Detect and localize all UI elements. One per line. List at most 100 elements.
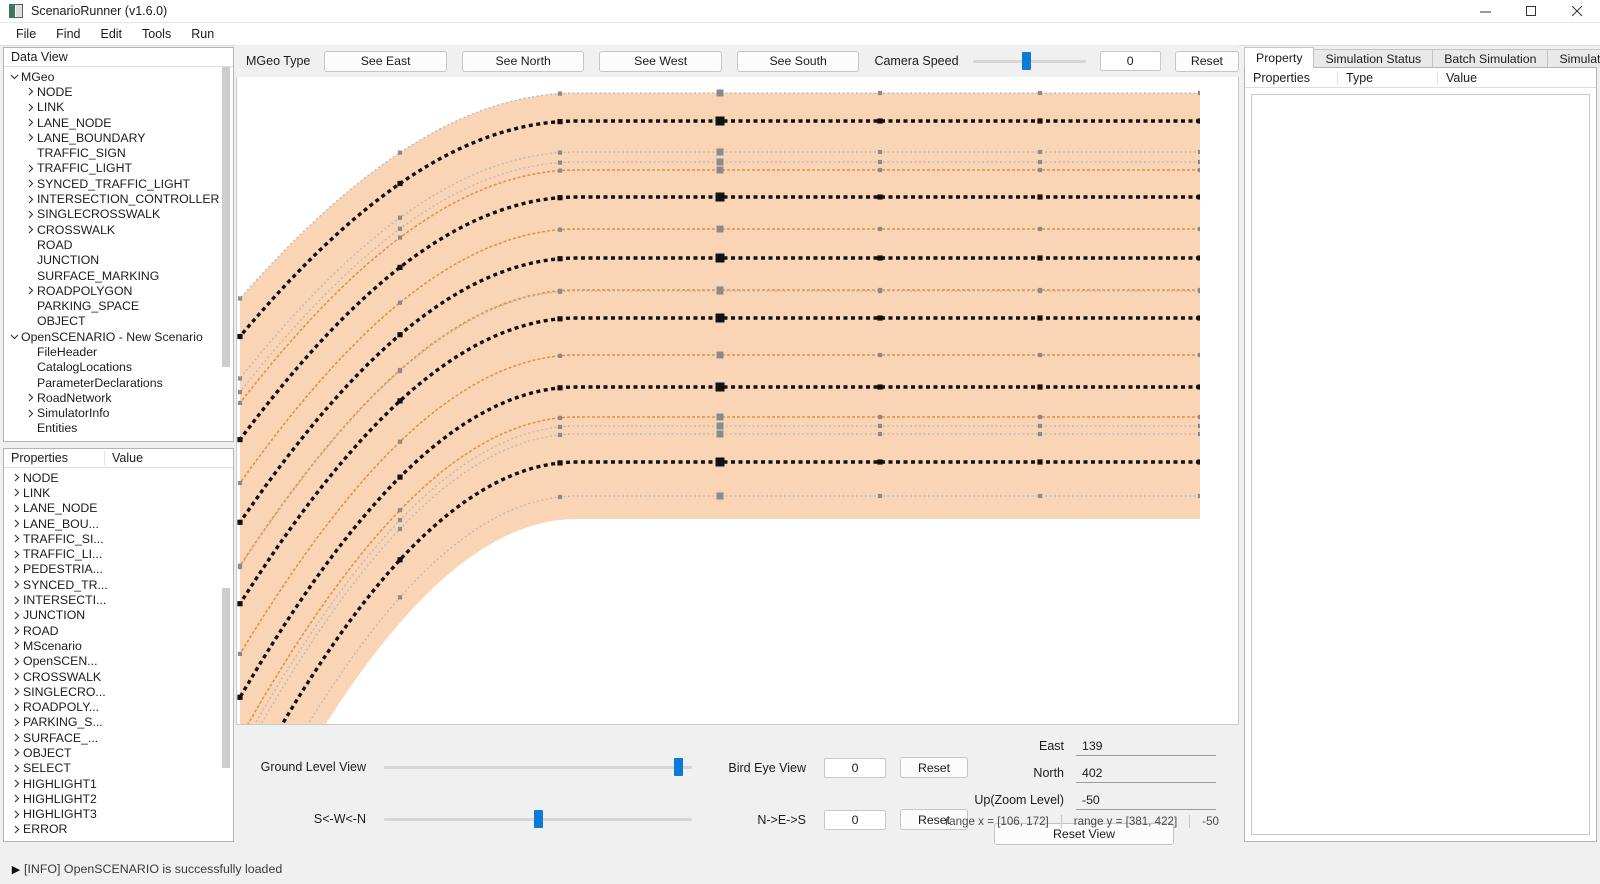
chevron-right-icon[interactable]	[24, 133, 37, 142]
tab-batch-simulation[interactable]: Batch Simulation	[1432, 49, 1548, 68]
data-view-tree[interactable]: MGeoNODELINKLANE_NODELANE_BOUNDARYTRAFFI…	[4, 67, 233, 442]
east-field[interactable]: 139	[1076, 736, 1216, 756]
property-row[interactable]: ROAD	[4, 623, 233, 638]
tree-item[interactable]: TRAFFIC_LIGHT	[4, 161, 233, 176]
chevron-right-icon[interactable]	[24, 286, 37, 295]
chevron-right-icon[interactable]	[10, 534, 23, 543]
camera-speed-slider[interactable]	[973, 51, 1086, 71]
tree-item[interactable]: ROADPOLYGON	[4, 283, 233, 298]
property-row[interactable]: INTERSECTI...	[4, 592, 233, 607]
tree-item[interactable]: TRAFFIC_SIGN	[4, 145, 233, 160]
tab-simulation-overflow[interactable]: Simulati	[1547, 49, 1600, 68]
tree-item[interactable]: CatalogLocations	[4, 360, 233, 375]
chevron-right-icon[interactable]	[24, 393, 37, 402]
minimize-icon[interactable]	[1462, 0, 1508, 22]
chevron-right-icon[interactable]	[10, 596, 23, 605]
see-south-button[interactable]: See South	[737, 51, 860, 72]
tree-item[interactable]: OBJECT	[4, 314, 233, 329]
chevron-right-icon[interactable]	[10, 626, 23, 635]
chevron-down-icon[interactable]	[8, 72, 21, 81]
chevron-right-icon[interactable]	[10, 810, 23, 819]
property-row[interactable]: SURFACE_...	[4, 730, 233, 745]
tree-item[interactable]: SINGLECROSSWALK	[4, 207, 233, 222]
camera-speed-value[interactable]: 0	[1100, 51, 1161, 71]
menu-tools[interactable]: Tools	[132, 25, 181, 43]
menu-run[interactable]: Run	[181, 25, 224, 43]
tree-item[interactable]: ROAD	[4, 237, 233, 252]
property-row[interactable]: HIGHLIGHT3	[4, 807, 233, 822]
property-row[interactable]: OpenSCEN...	[4, 654, 233, 669]
property-row[interactable]: ROADPOLY...	[4, 699, 233, 714]
menu-find[interactable]: Find	[46, 25, 90, 43]
chevron-right-icon[interactable]	[10, 504, 23, 513]
property-row[interactable]: LINK	[4, 485, 233, 500]
map-viewport[interactable]	[236, 77, 1239, 725]
menu-edit[interactable]: Edit	[90, 25, 132, 43]
north-field[interactable]: 402	[1076, 763, 1216, 783]
property-row[interactable]: TRAFFIC_SI...	[4, 531, 233, 546]
tree-item[interactable]: SYNCED_TRAFFIC_LIGHT	[4, 176, 233, 191]
chevron-right-icon[interactable]	[10, 519, 23, 528]
tree-item[interactable]: LANE_BOUNDARY	[4, 130, 233, 145]
chevron-right-icon[interactable]	[10, 718, 23, 727]
property-row[interactable]: SELECT	[4, 761, 233, 776]
property-row[interactable]: SINGLECRO...	[4, 684, 233, 699]
chevron-right-icon[interactable]	[10, 672, 23, 681]
property-row[interactable]: CROSSWALK	[4, 669, 233, 684]
ground-level-view-slider[interactable]	[384, 757, 692, 777]
chevron-right-icon[interactable]	[10, 550, 23, 559]
swn-slider[interactable]	[384, 809, 692, 829]
data-view-scrollbar[interactable]	[220, 67, 232, 440]
property-row[interactable]: HIGHLIGHT2	[4, 791, 233, 806]
tree-item[interactable]: INTERSECTION_CONTROLLER	[4, 191, 233, 206]
chevron-right-icon[interactable]	[24, 87, 37, 96]
see-west-button[interactable]: See West	[599, 51, 722, 72]
property-row[interactable]: OBJECT	[4, 745, 233, 760]
chevron-down-icon[interactable]	[8, 332, 21, 341]
property-row[interactable]: HIGHLIGHT1	[4, 776, 233, 791]
tree-item[interactable]: LANE_NODE	[4, 115, 233, 130]
chevron-right-icon[interactable]	[10, 565, 23, 574]
tree-item[interactable]: FileHeader	[4, 344, 233, 359]
tab-property[interactable]: Property	[1244, 47, 1314, 68]
chevron-right-icon[interactable]	[10, 641, 23, 650]
menu-file[interactable]: File	[6, 25, 46, 43]
chevron-right-icon[interactable]	[10, 794, 23, 803]
chevron-right-icon[interactable]	[10, 687, 23, 696]
chevron-right-icon[interactable]	[10, 764, 23, 773]
tree-item[interactable]: MGeo	[4, 69, 233, 84]
tree-item[interactable]: PARKING_SPACE	[4, 298, 233, 313]
chevron-right-icon[interactable]	[24, 103, 37, 112]
maximize-icon[interactable]	[1508, 0, 1554, 22]
log-expand-icon[interactable]: ▶	[8, 863, 24, 876]
see-east-button[interactable]: See East	[324, 51, 447, 72]
chevron-right-icon[interactable]	[10, 748, 23, 757]
tree-item[interactable]: Entities	[4, 421, 233, 436]
camera-speed-reset-button[interactable]: Reset	[1175, 51, 1239, 72]
property-row[interactable]: NODE	[4, 470, 233, 485]
close-icon[interactable]	[1554, 0, 1600, 22]
property-row[interactable]: PEDESTRIA...	[4, 562, 233, 577]
chevron-right-icon[interactable]	[10, 611, 23, 620]
property-table-body[interactable]	[1251, 94, 1590, 835]
property-row[interactable]: MScenario	[4, 638, 233, 653]
tree-item[interactable]: CROSSWALK	[4, 222, 233, 237]
chevron-right-icon[interactable]	[24, 225, 37, 234]
chevron-right-icon[interactable]	[24, 409, 37, 418]
tree-item[interactable]: ParameterDeclarations	[4, 375, 233, 390]
property-row[interactable]: LANE_BOU...	[4, 516, 233, 531]
tree-item[interactable]: RoadNetwork	[4, 390, 233, 405]
properties-scrollbar[interactable]	[220, 468, 232, 840]
see-north-button[interactable]: See North	[462, 51, 585, 72]
tree-item[interactable]: OpenSCENARIO - New Scenario	[4, 329, 233, 344]
chevron-right-icon[interactable]	[24, 118, 37, 127]
property-row[interactable]: SYNCED_TR...	[4, 577, 233, 592]
property-row[interactable]: PARKING_S...	[4, 715, 233, 730]
tree-item[interactable]: NODE	[4, 84, 233, 99]
property-row[interactable]: JUNCTION	[4, 608, 233, 623]
tree-item[interactable]: SimulatorInfo	[4, 406, 233, 421]
chevron-right-icon[interactable]	[10, 779, 23, 788]
tab-simulation-status[interactable]: Simulation Status	[1313, 49, 1433, 68]
property-row[interactable]: LANE_NODE	[4, 501, 233, 516]
chevron-right-icon[interactable]	[10, 488, 23, 497]
